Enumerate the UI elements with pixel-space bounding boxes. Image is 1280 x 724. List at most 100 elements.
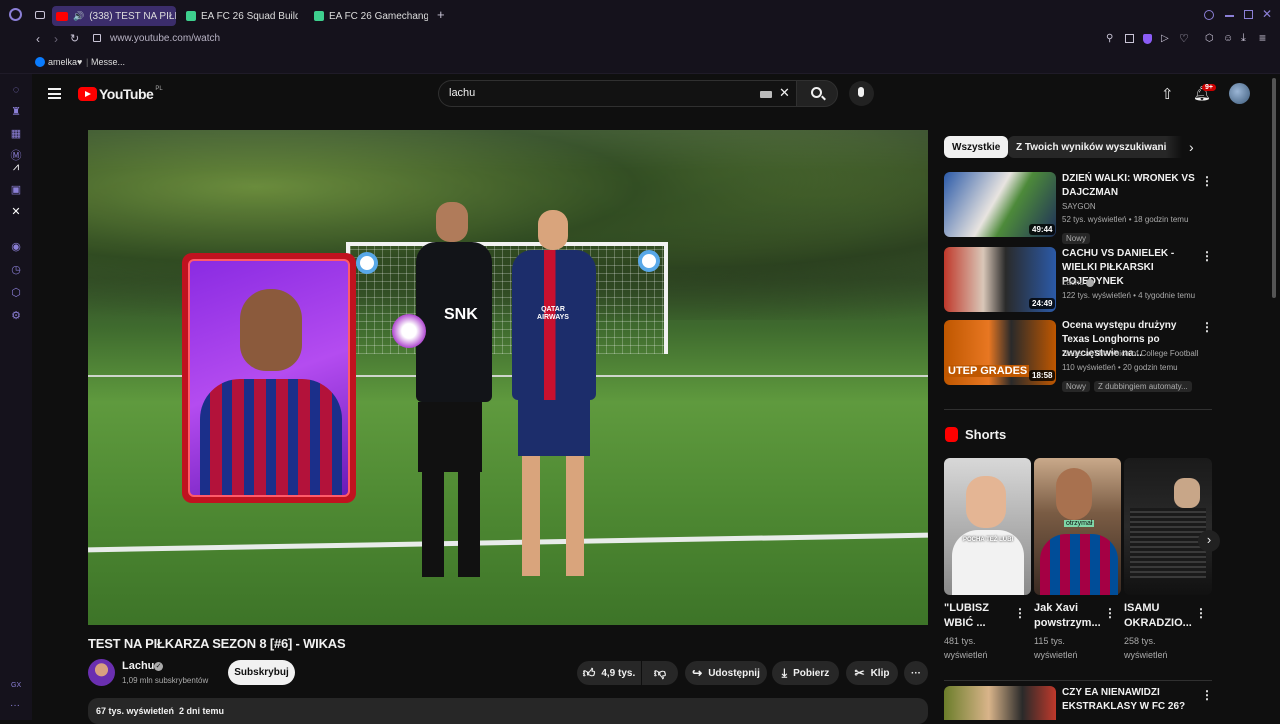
pin-icon[interactable]: ⚲ <box>1106 33 1113 44</box>
shorts-title: Shorts <box>965 427 1007 442</box>
minimize-icon[interactable] <box>1225 15 1234 17</box>
opera-logo-icon[interactable] <box>9 8 22 21</box>
more-vert-icon[interactable]: ⋮ <box>1195 606 1207 620</box>
short-views: 258 tys. wyświetleń <box>1124 634 1184 662</box>
search-button[interactable] <box>796 80 838 107</box>
twitter-x-icon[interactable]: ⩘ <box>10 161 22 173</box>
new-tab-button[interactable]: + <box>437 7 445 22</box>
download-button[interactable]: ⤓ Pobierz <box>772 661 839 685</box>
forward-icon[interactable]: › <box>54 32 58 46</box>
chip-all[interactable]: Wszystkie <box>944 136 1009 158</box>
share-button[interactable]: ↪ Udostępnij <box>685 661 767 685</box>
shorts-next-button[interactable]: › <box>1198 530 1220 552</box>
short-title[interactable]: ISAMU OKRADZIO... <box>1124 601 1192 631</box>
more-actions-button[interactable]: ··· <box>904 661 928 685</box>
bookmarks-bar: amelka♥ | Messe... <box>0 50 1280 74</box>
more-vert-icon[interactable]: ⋮ <box>1201 688 1213 702</box>
rec-title[interactable]: CZY EA NIENAWIDZI EKSTRAKLASY W FC 26? <box>1062 686 1202 714</box>
account-avatar[interactable] <box>1229 83 1250 104</box>
player-icon[interactable]: ▷ <box>1161 33 1169 44</box>
duration-badge: 49:44 <box>1029 224 1056 235</box>
messenger-icon <box>35 57 45 67</box>
settings-icon[interactable]: ⚙ <box>10 310 22 322</box>
short-thumbnail[interactable] <box>944 458 1031 595</box>
x-icon[interactable]: ✕ <box>10 206 22 218</box>
rec-thumbnail[interactable] <box>944 686 1056 720</box>
rec-title[interactable]: DZIEŃ WALKI: WRONEK VS DAJCZMAN <box>1062 172 1202 200</box>
bookmark-amelka[interactable]: amelka♥ <box>48 57 82 67</box>
keyboard-icon[interactable] <box>760 91 772 98</box>
url-field[interactable]: www.youtube.com/watch <box>110 33 220 44</box>
video-player[interactable]: SNK QATAR AIRWAYS <box>88 130 928 625</box>
lock-icon[interactable] <box>93 34 101 42</box>
create-upload-icon[interactable]: ⇧ <box>1161 85 1174 103</box>
short-title[interactable]: Jak Xavi powstrzym... <box>1034 601 1101 631</box>
menu-icon[interactable]: ≡ <box>1259 31 1266 45</box>
download-label: Pobierz <box>793 667 830 679</box>
rec-channel[interactable]: SAYGON <box>1062 201 1096 213</box>
more-icon[interactable]: ··· <box>10 700 20 711</box>
dislike-button[interactable]: 👎︎ <box>642 661 678 685</box>
extensions-icon[interactable]: ⬡ <box>1205 33 1214 44</box>
speaker-icon[interactable]: 🔊 <box>73 11 84 22</box>
snapshot-icon[interactable] <box>1125 34 1134 43</box>
target-icon <box>356 252 378 274</box>
more-vert-icon[interactable]: ⋮ <box>1104 606 1116 620</box>
twitch-icon[interactable]: ▣ <box>10 184 22 196</box>
search-tabs-icon[interactable] <box>1204 10 1214 20</box>
chevron-right-icon[interactable]: › <box>1189 139 1194 155</box>
more-vert-icon[interactable]: ⋮ <box>1014 606 1026 620</box>
close-window-icon[interactable]: ✕ <box>1262 7 1272 21</box>
download-icon[interactable]: ⤓ <box>1241 32 1246 45</box>
region-code: PL <box>155 86 163 92</box>
channel-avatar[interactable] <box>88 659 115 686</box>
reload-icon[interactable]: ↻ <box>70 32 79 45</box>
rec-channel[interactable]: Texas at The Voice of College Football <box>1062 348 1198 360</box>
profile-icon[interactable]: ☺ <box>1223 33 1233 44</box>
verified-icon: ✓ <box>154 662 163 671</box>
extensions-icon[interactable]: ⬡ <box>10 287 22 299</box>
back-icon[interactable]: ‹ <box>36 32 40 46</box>
duration-badge: 24:49 <box>1029 298 1056 309</box>
youtube-logo[interactable]: YouTube PL <box>78 86 163 102</box>
history-icon[interactable]: ◷ <box>10 264 22 276</box>
vpn-shield-icon[interactable] <box>1143 34 1152 44</box>
player-icon[interactable]: ◉ <box>10 241 22 253</box>
chip-from-search[interactable]: Z Twoich wyników wyszukiwania <box>1008 136 1180 158</box>
duration-badge: 18:58 <box>1029 370 1056 381</box>
hamburger-icon[interactable] <box>48 88 61 99</box>
jersey-sponsor: QATAR AIRWAYS <box>537 306 569 321</box>
gx-corner-icon[interactable]: ▦ <box>10 128 22 140</box>
divider <box>944 409 1212 410</box>
tab-squad-builder[interactable]: EA FC 26 Squad Builder <box>182 6 298 26</box>
clear-search-icon[interactable]: ✕ <box>779 85 790 101</box>
microphone-icon <box>858 87 864 97</box>
rec-channel[interactable]: Lachu <box>1062 277 1084 289</box>
short-thumbnail[interactable] <box>1124 458 1212 595</box>
bookmark-messenger[interactable]: Messe... <box>91 57 125 67</box>
clip-button[interactable]: ✂ Klip <box>846 661 898 685</box>
short-title[interactable]: "LUBISZ WBIĆ ... <box>944 601 1010 631</box>
like-count: 4,9 tys. <box>601 667 636 679</box>
heart-icon[interactable]: ♡ <box>1179 32 1189 45</box>
subscribe-button[interactable]: Subskrybuj <box>228 660 295 685</box>
more-vert-icon[interactable]: ⋮ <box>1201 320 1213 334</box>
maximize-icon[interactable] <box>1244 10 1253 19</box>
tab-gamechanger[interactable]: EA FC 26 Gamechanger P <box>310 6 428 26</box>
voice-search-button[interactable] <box>849 81 874 106</box>
person-left: SNK <box>392 202 496 582</box>
more-vert-icon[interactable]: ⋮ <box>1201 174 1213 188</box>
channel-name[interactable]: Lachu <box>122 660 154 672</box>
tab-switcher-icon[interactable] <box>35 11 45 19</box>
more-vert-icon[interactable]: ⋮ <box>1201 249 1213 263</box>
scissors-icon: ✂ <box>854 666 865 680</box>
new-badge: Nowy <box>1062 381 1091 392</box>
search-input[interactable]: lachu <box>449 87 475 99</box>
aria-icon[interactable]: ◌ <box>10 84 22 96</box>
page-scrollbar[interactable] <box>1272 78 1276 298</box>
gx-control-icon[interactable]: ♜ <box>10 106 22 118</box>
player-head <box>240 289 302 371</box>
like-button[interactable]: 👍︎ 4,9 tys. <box>577 661 641 685</box>
rec-stats: 110 wyświetleń • 20 godzin temu <box>1062 363 1178 372</box>
tab-active[interactable]: 🔊 (338) TEST NA PIŁKA <box>52 6 176 26</box>
